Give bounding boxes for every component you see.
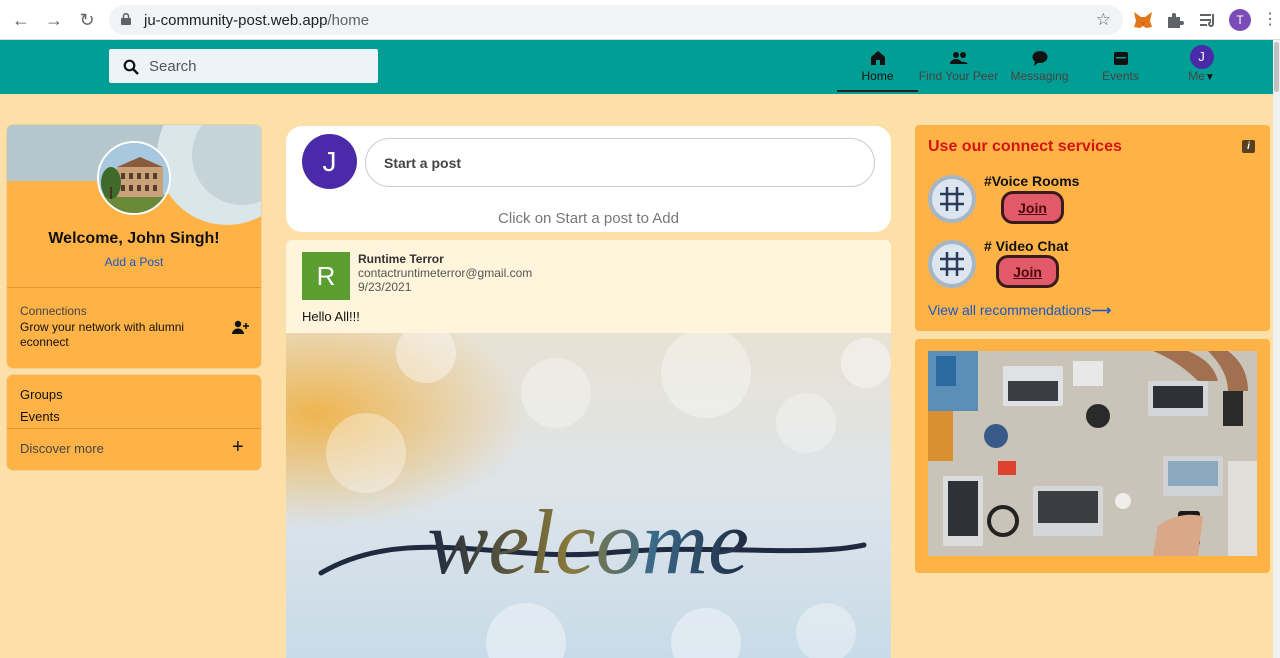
building-photo — [99, 143, 169, 213]
nav-find-your-peer-label: Find Your Peer — [918, 69, 999, 83]
lock-icon — [121, 13, 131, 25]
connections-description: Grow your network with alumni econnect — [20, 320, 185, 349]
browser-profile-avatar[interactable]: T — [1229, 9, 1251, 31]
people-icon — [949, 52, 968, 64]
address-bar[interactable]: ju-community-post.web.app/home ☆ — [109, 5, 1123, 35]
extensions-puzzle-icon[interactable] — [1164, 9, 1186, 31]
back-arrow-icon[interactable]: ← — [10, 9, 32, 31]
nav-messaging[interactable]: Messaging — [999, 48, 1080, 92]
add-person-icon[interactable] — [231, 319, 249, 335]
arrow-right-icon: ⟶ — [1091, 302, 1112, 318]
add-post-link[interactable]: Add a Post — [7, 255, 261, 269]
discover-more-link[interactable]: Discover more — [20, 441, 104, 456]
search-input[interactable] — [149, 49, 369, 83]
welcome-heading: Welcome, John Singh! — [48, 230, 220, 247]
info-icon[interactable]: i — [1242, 140, 1255, 153]
reload-icon[interactable]: ↻ — [76, 9, 98, 31]
composer-avatar: J — [302, 134, 357, 189]
voice-rooms-title: #Voice Rooms — [984, 173, 1080, 189]
chat-icon — [1032, 51, 1047, 66]
nav-home[interactable]: Home — [837, 48, 918, 92]
nav-find-your-peer[interactable]: Find Your Peer — [918, 48, 999, 92]
connect-services-card: Use our connect services i #Voice Rooms … — [915, 125, 1270, 331]
join-voice-rooms-button[interactable]: Join — [1001, 191, 1064, 224]
join-video-chat-button[interactable]: Join — [996, 255, 1059, 288]
me-avatar: J — [1189, 45, 1214, 69]
divider — [7, 428, 261, 429]
author-avatar[interactable]: R — [302, 252, 350, 300]
nav-me-label: Me — [1188, 69, 1205, 83]
nav-events-label: Events — [1102, 69, 1139, 83]
composer-hint: Click on Start a post to Add — [498, 210, 679, 227]
post-card: R Runtime Terror contactruntimeterror@gm… — [286, 240, 891, 658]
view-all-recommendations-link[interactable]: View all recommendations⟶ — [928, 302, 1111, 319]
home-icon — [870, 51, 885, 65]
post-image-word: welcome — [427, 491, 749, 593]
post-date: 9/23/2021 — [358, 280, 412, 294]
calendar-icon — [1113, 52, 1128, 65]
nav-home-label: Home — [861, 69, 894, 83]
events-link[interactable]: Events — [20, 409, 60, 424]
groups-link[interactable]: Groups — [20, 387, 63, 402]
scrollbar-thumb[interactable] — [1274, 42, 1279, 92]
hash-icon — [928, 240, 976, 288]
connect-title: Use our connect services — [928, 138, 1122, 155]
workspace-photo — [928, 351, 1257, 556]
nav-me[interactable]: J Me▼ — [1161, 45, 1242, 89]
profile-photo[interactable] — [97, 141, 171, 215]
divider — [7, 287, 261, 288]
forward-arrow-icon[interactable]: → — [43, 9, 65, 31]
metamask-fox-icon[interactable] — [1132, 9, 1154, 31]
app-header: Home Find Your Peer Messaging Events J M… — [0, 40, 1280, 94]
video-chat-title: # Video Chat — [984, 238, 1069, 254]
nav-messaging-label: Messaging — [1010, 69, 1069, 83]
hash-icon — [928, 175, 976, 223]
plus-icon[interactable]: + — [232, 437, 244, 457]
search-icon — [123, 59, 139, 75]
post-composer: J Start a post Click on Start a post to … — [286, 126, 891, 232]
bookmark-star-icon[interactable]: ☆ — [1096, 10, 1111, 30]
start-post-button[interactable]: Start a post — [365, 138, 875, 187]
profile-card: Welcome, John Singh! Add a Post Connecti… — [7, 125, 261, 368]
page-scrollbar[interactable] — [1273, 40, 1280, 658]
caret-down-icon: ▼ — [1204, 72, 1215, 83]
reading-list-icon[interactable] — [1197, 9, 1219, 31]
post-image: welcome — [286, 333, 891, 658]
post-author[interactable]: Runtime Terror — [358, 252, 444, 266]
promo-photo-card — [915, 339, 1270, 573]
url-text: ju-community-post.web.app/home — [144, 12, 370, 29]
view-all-label: View all recommendations — [928, 302, 1092, 318]
browser-toolbar: ← → ↻ ju-community-post.web.app/home ☆ T… — [0, 0, 1280, 40]
groups-card: Groups Events Discover more + — [7, 375, 261, 470]
post-email: contactruntimeterror@gmail.com — [358, 266, 533, 280]
search-box[interactable] — [109, 49, 378, 83]
post-text: Hello All!!! — [302, 309, 360, 324]
nav-events[interactable]: Events — [1080, 48, 1161, 92]
connections-title[interactable]: Connections — [20, 304, 87, 318]
browser-menu-icon[interactable]: ⋮ — [1262, 9, 1278, 31]
